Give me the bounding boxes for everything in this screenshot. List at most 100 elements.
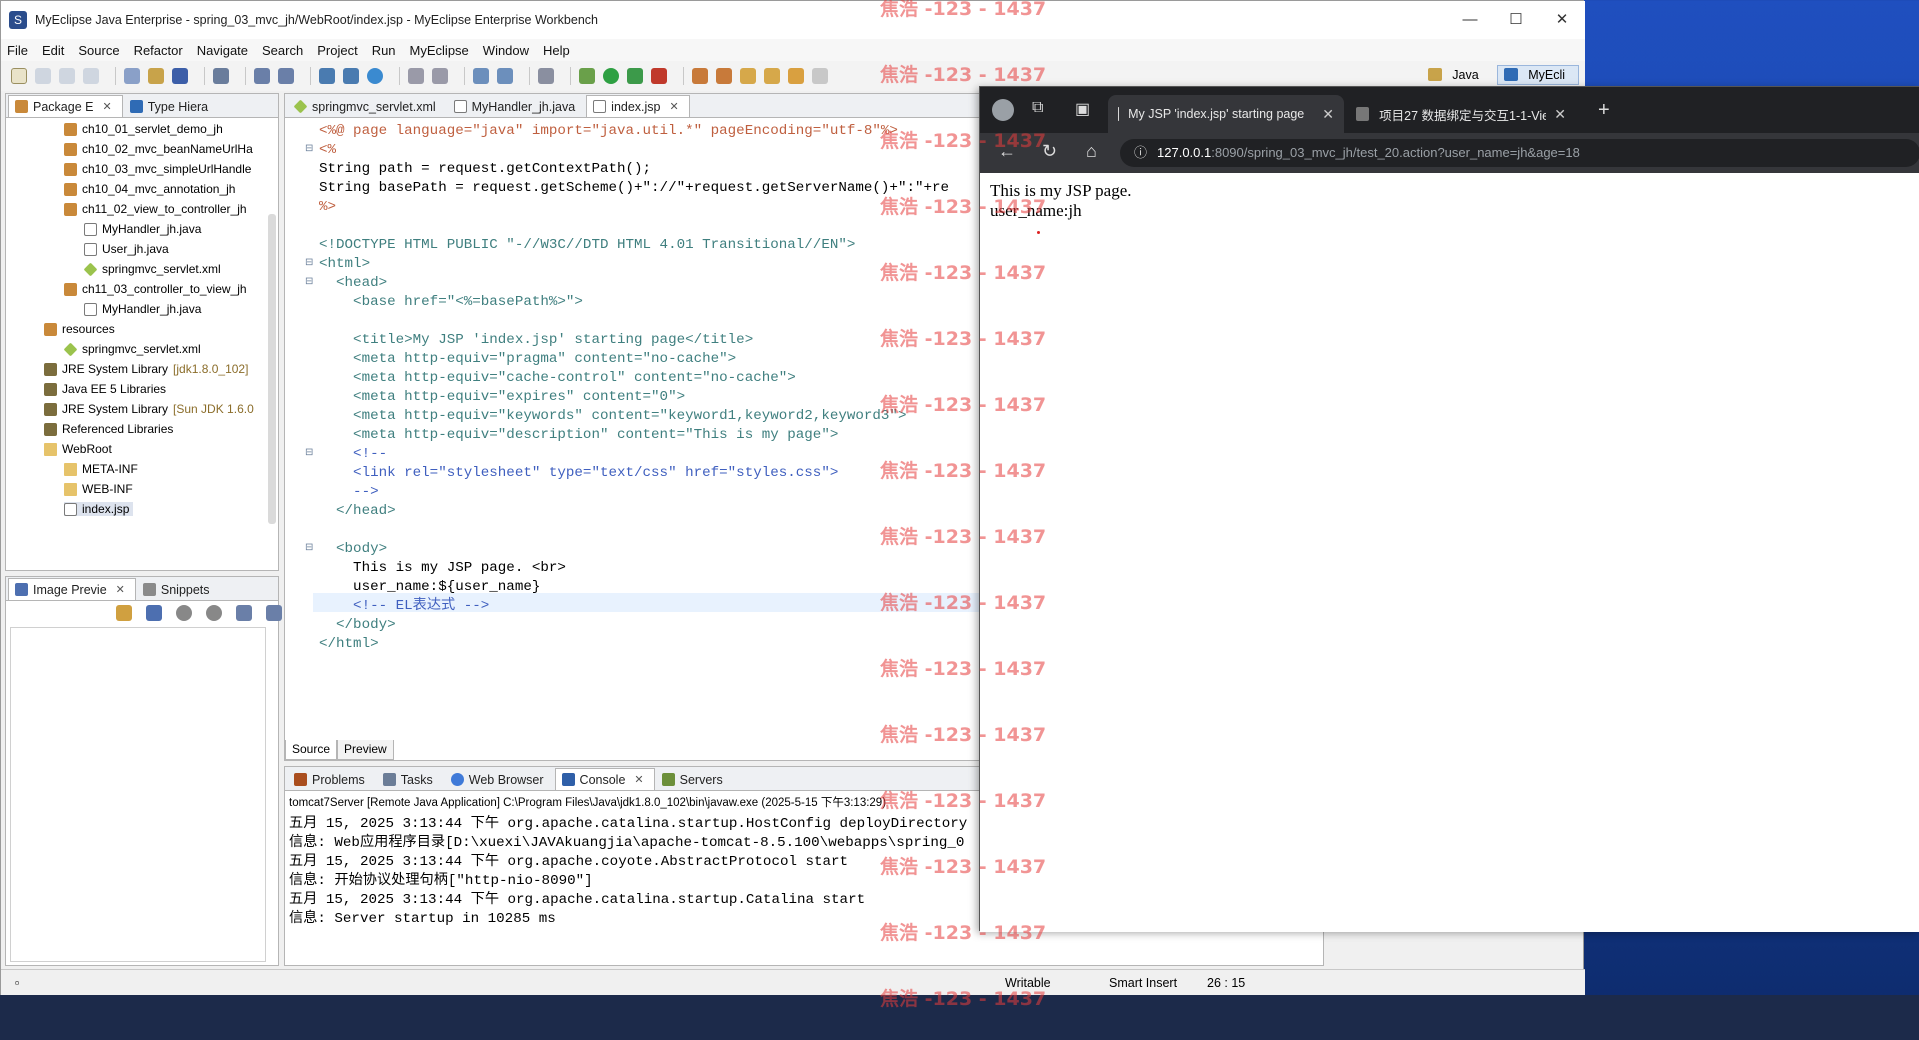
tree-item[interactable]: WebRoot: [44, 442, 112, 456]
tree-scrollbar[interactable]: [268, 214, 276, 524]
last-edit-icon[interactable]: [764, 68, 780, 84]
menu-project[interactable]: Project: [317, 43, 357, 58]
tab-servers[interactable]: Servers: [655, 768, 734, 790]
tree-item[interactable]: ch10_04_mvc_annotation_jh: [64, 182, 235, 196]
tree-item[interactable]: springmvc_servlet.xml: [63, 342, 201, 356]
browse-icon[interactable]: [278, 68, 294, 84]
open-type-icon[interactable]: [408, 68, 424, 84]
minimize-button[interactable]: —: [1447, 1, 1493, 39]
tree-item[interactable]: resources: [44, 322, 115, 336]
tree-item[interactable]: ch10_02_mvc_beanNameUrlHa: [64, 142, 253, 156]
package-icon[interactable]: [148, 68, 164, 84]
menu-window[interactable]: Window: [483, 43, 529, 58]
fold-toggle-icon[interactable]: ⊟: [305, 145, 315, 155]
tab-preview[interactable]: Preview: [337, 740, 394, 760]
build-icon[interactable]: [692, 68, 708, 84]
fold-toggle-icon[interactable]: ⊟: [305, 259, 315, 269]
collections-icon[interactable]: ⧉: [1032, 99, 1043, 117]
tab-myhandler-java[interactable]: MyHandler_jh.java: [447, 95, 587, 117]
menu-file[interactable]: File: [7, 43, 28, 58]
fit-icon[interactable]: [146, 605, 162, 621]
manage-deployments-icon[interactable]: [343, 68, 359, 84]
menu-edit[interactable]: Edit: [42, 43, 64, 58]
tab-package-explorer[interactable]: Package E ✕: [8, 95, 123, 117]
profile-avatar[interactable]: [992, 99, 1014, 121]
tab-snippets[interactable]: Snippets: [136, 578, 221, 600]
close-window-button[interactable]: ✕: [1539, 1, 1585, 39]
print-icon[interactable]: [83, 68, 99, 84]
tree-item[interactable]: Java EE 5 Libraries: [44, 382, 166, 396]
tree-item[interactable]: META-INF: [64, 462, 138, 476]
next-annotation-icon[interactable]: [716, 68, 732, 84]
fold-toggle-icon[interactable]: ⊟: [305, 278, 315, 288]
fit-window-icon[interactable]: [266, 605, 282, 621]
globe-icon[interactable]: [367, 68, 383, 84]
tree-item[interactable]: JRE System Library [Sun JDK 1.6.0: [44, 402, 254, 416]
save-all-icon[interactable]: [59, 68, 75, 84]
deploy-icon[interactable]: [172, 68, 188, 84]
menu-source[interactable]: Source: [78, 43, 119, 58]
zoom-in-icon[interactable]: [206, 605, 222, 621]
save-icon[interactable]: [35, 68, 51, 84]
tree-item[interactable]: JRE System Library [jdk1.8.0_102]: [44, 362, 248, 376]
close-icon[interactable]: ✕: [116, 583, 125, 596]
tree-item[interactable]: MyHandler_jh.java: [84, 222, 201, 236]
tree-item[interactable]: ch10_03_mvc_simpleUrlHandle: [64, 162, 251, 176]
search-icon[interactable]: [497, 68, 513, 84]
maximize-button[interactable]: ☐: [1493, 1, 1539, 39]
tab-source[interactable]: Source: [285, 740, 338, 760]
zoom-out-icon[interactable]: [176, 605, 192, 621]
browser-tab-jsp[interactable]: My JSP 'index.jsp' starting page ✕: [1108, 95, 1344, 133]
tab-tasks[interactable]: Tasks: [376, 768, 444, 790]
tree-item[interactable]: ch11_03_controller_to_view_jh: [64, 282, 247, 296]
menu-run[interactable]: Run: [372, 43, 396, 58]
close-tab-icon[interactable]: ✕: [1322, 106, 1334, 123]
run-icon[interactable]: [603, 68, 619, 84]
site-info-icon[interactable]: ⓘ: [1134, 145, 1147, 160]
fold-toggle-icon[interactable]: ⊟: [305, 544, 315, 554]
tab-problems[interactable]: Problems: [287, 768, 376, 790]
close-icon[interactable]: ✕: [634, 773, 643, 786]
tree-item[interactable]: MyHandler_jh.java: [84, 302, 201, 316]
new-tab-icon[interactable]: +: [1598, 99, 1610, 122]
home-icon[interactable]: ⌂: [1086, 141, 1097, 162]
open-perspective-icon[interactable]: [538, 68, 554, 84]
tab-image-preview[interactable]: Image Previe ✕: [8, 578, 136, 600]
perspective-myeclipse[interactable]: MyEcli: [1496, 65, 1579, 85]
tree-item[interactable]: ch10_01_servlet_demo_jh: [64, 122, 223, 136]
menu-navigate[interactable]: Navigate: [197, 43, 248, 58]
tab-type-hierarchy[interactable]: Type Hiera: [123, 95, 219, 117]
tab-web-browser[interactable]: Web Browser: [444, 768, 555, 790]
open-resource-icon[interactable]: [432, 68, 448, 84]
back-icon[interactable]: [788, 68, 804, 84]
url-input[interactable]: ⓘ 127.0.0.1:8090/spring_03_mvc_jh/test_20…: [1120, 139, 1919, 167]
close-icon[interactable]: ✕: [102, 100, 111, 113]
debug-icon[interactable]: [579, 68, 595, 84]
forward-icon[interactable]: [812, 68, 828, 84]
menu-search[interactable]: Search: [262, 43, 303, 58]
tree-item[interactable]: ch11_02_view_to_controller_jh: [64, 202, 247, 216]
tab-index-jsp[interactable]: index.jsp ✕: [586, 95, 690, 117]
deploy-project-icon[interactable]: [319, 68, 335, 84]
tree-item-selected[interactable]: index.jsp: [64, 502, 134, 516]
refresh-icon[interactable]: [116, 605, 132, 621]
tree-item[interactable]: WEB-INF: [64, 482, 133, 496]
tree-item[interactable]: User_jh.java: [84, 242, 169, 256]
close-tab-icon[interactable]: ✕: [1554, 106, 1566, 123]
perspective-java[interactable]: Java: [1421, 65, 1493, 85]
previous-annotation-icon[interactable]: [740, 68, 756, 84]
new-web-project-icon[interactable]: [124, 68, 140, 84]
run-as-icon[interactable]: [627, 68, 643, 84]
server-icon[interactable]: [213, 68, 229, 84]
new-class-icon[interactable]: [473, 68, 489, 84]
menu-myeclipse[interactable]: MyEclipse: [410, 43, 469, 58]
tree-item[interactable]: springmvc_servlet.xml: [83, 262, 221, 276]
wizard-icon[interactable]: [254, 68, 270, 84]
tab-springmvc-servlet-xml[interactable]: springmvc_servlet.xml: [287, 95, 447, 117]
code-area[interactable]: <%@ page language="java" import="java.ut…: [285, 118, 985, 718]
tab-console[interactable]: Console ✕: [554, 768, 655, 790]
external-tools-icon[interactable]: [651, 68, 667, 84]
close-icon[interactable]: ✕: [670, 100, 679, 113]
fold-toggle-icon[interactable]: ⊟: [305, 449, 315, 459]
menu-refactor[interactable]: Refactor: [134, 43, 183, 58]
